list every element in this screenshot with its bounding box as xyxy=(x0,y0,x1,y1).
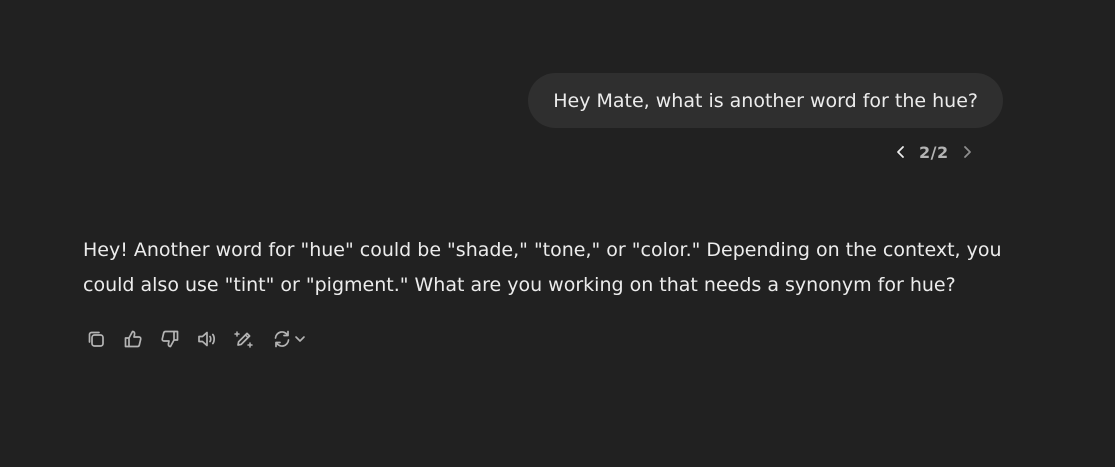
bad-response-button[interactable] xyxy=(156,323,184,355)
regenerate-icon xyxy=(274,330,290,348)
copy-icon xyxy=(88,331,104,347)
user-message-text: Hey Mate, what is another word for the h… xyxy=(553,89,978,112)
message-version-pager: 2/2 xyxy=(888,138,980,166)
good-response-button[interactable] xyxy=(119,323,147,355)
copy-button[interactable] xyxy=(82,323,110,355)
version-counter: 2/2 xyxy=(919,142,949,162)
chevron-right-icon xyxy=(963,146,971,158)
edit-canvas-icon xyxy=(234,331,253,348)
regenerate-button[interactable] xyxy=(267,323,311,355)
thumbs-down-icon xyxy=(161,330,179,348)
next-version-button[interactable] xyxy=(954,138,980,166)
read-aloud-button[interactable] xyxy=(193,323,221,355)
chevron-down-icon xyxy=(295,336,305,342)
message-action-bar xyxy=(82,322,320,356)
previous-version-button[interactable] xyxy=(888,138,914,166)
read-aloud-icon xyxy=(198,331,215,347)
thumbs-up-icon xyxy=(124,330,142,348)
chevron-left-icon xyxy=(897,146,904,158)
edit-in-canvas-button[interactable] xyxy=(230,323,258,355)
assistant-message-text: Hey! Another word for "hue" could be "sh… xyxy=(83,239,1002,296)
chat-page: Hey Mate, what is another word for the h… xyxy=(0,0,1115,467)
user-message-bubble: Hey Mate, what is another word for the h… xyxy=(528,73,1003,128)
